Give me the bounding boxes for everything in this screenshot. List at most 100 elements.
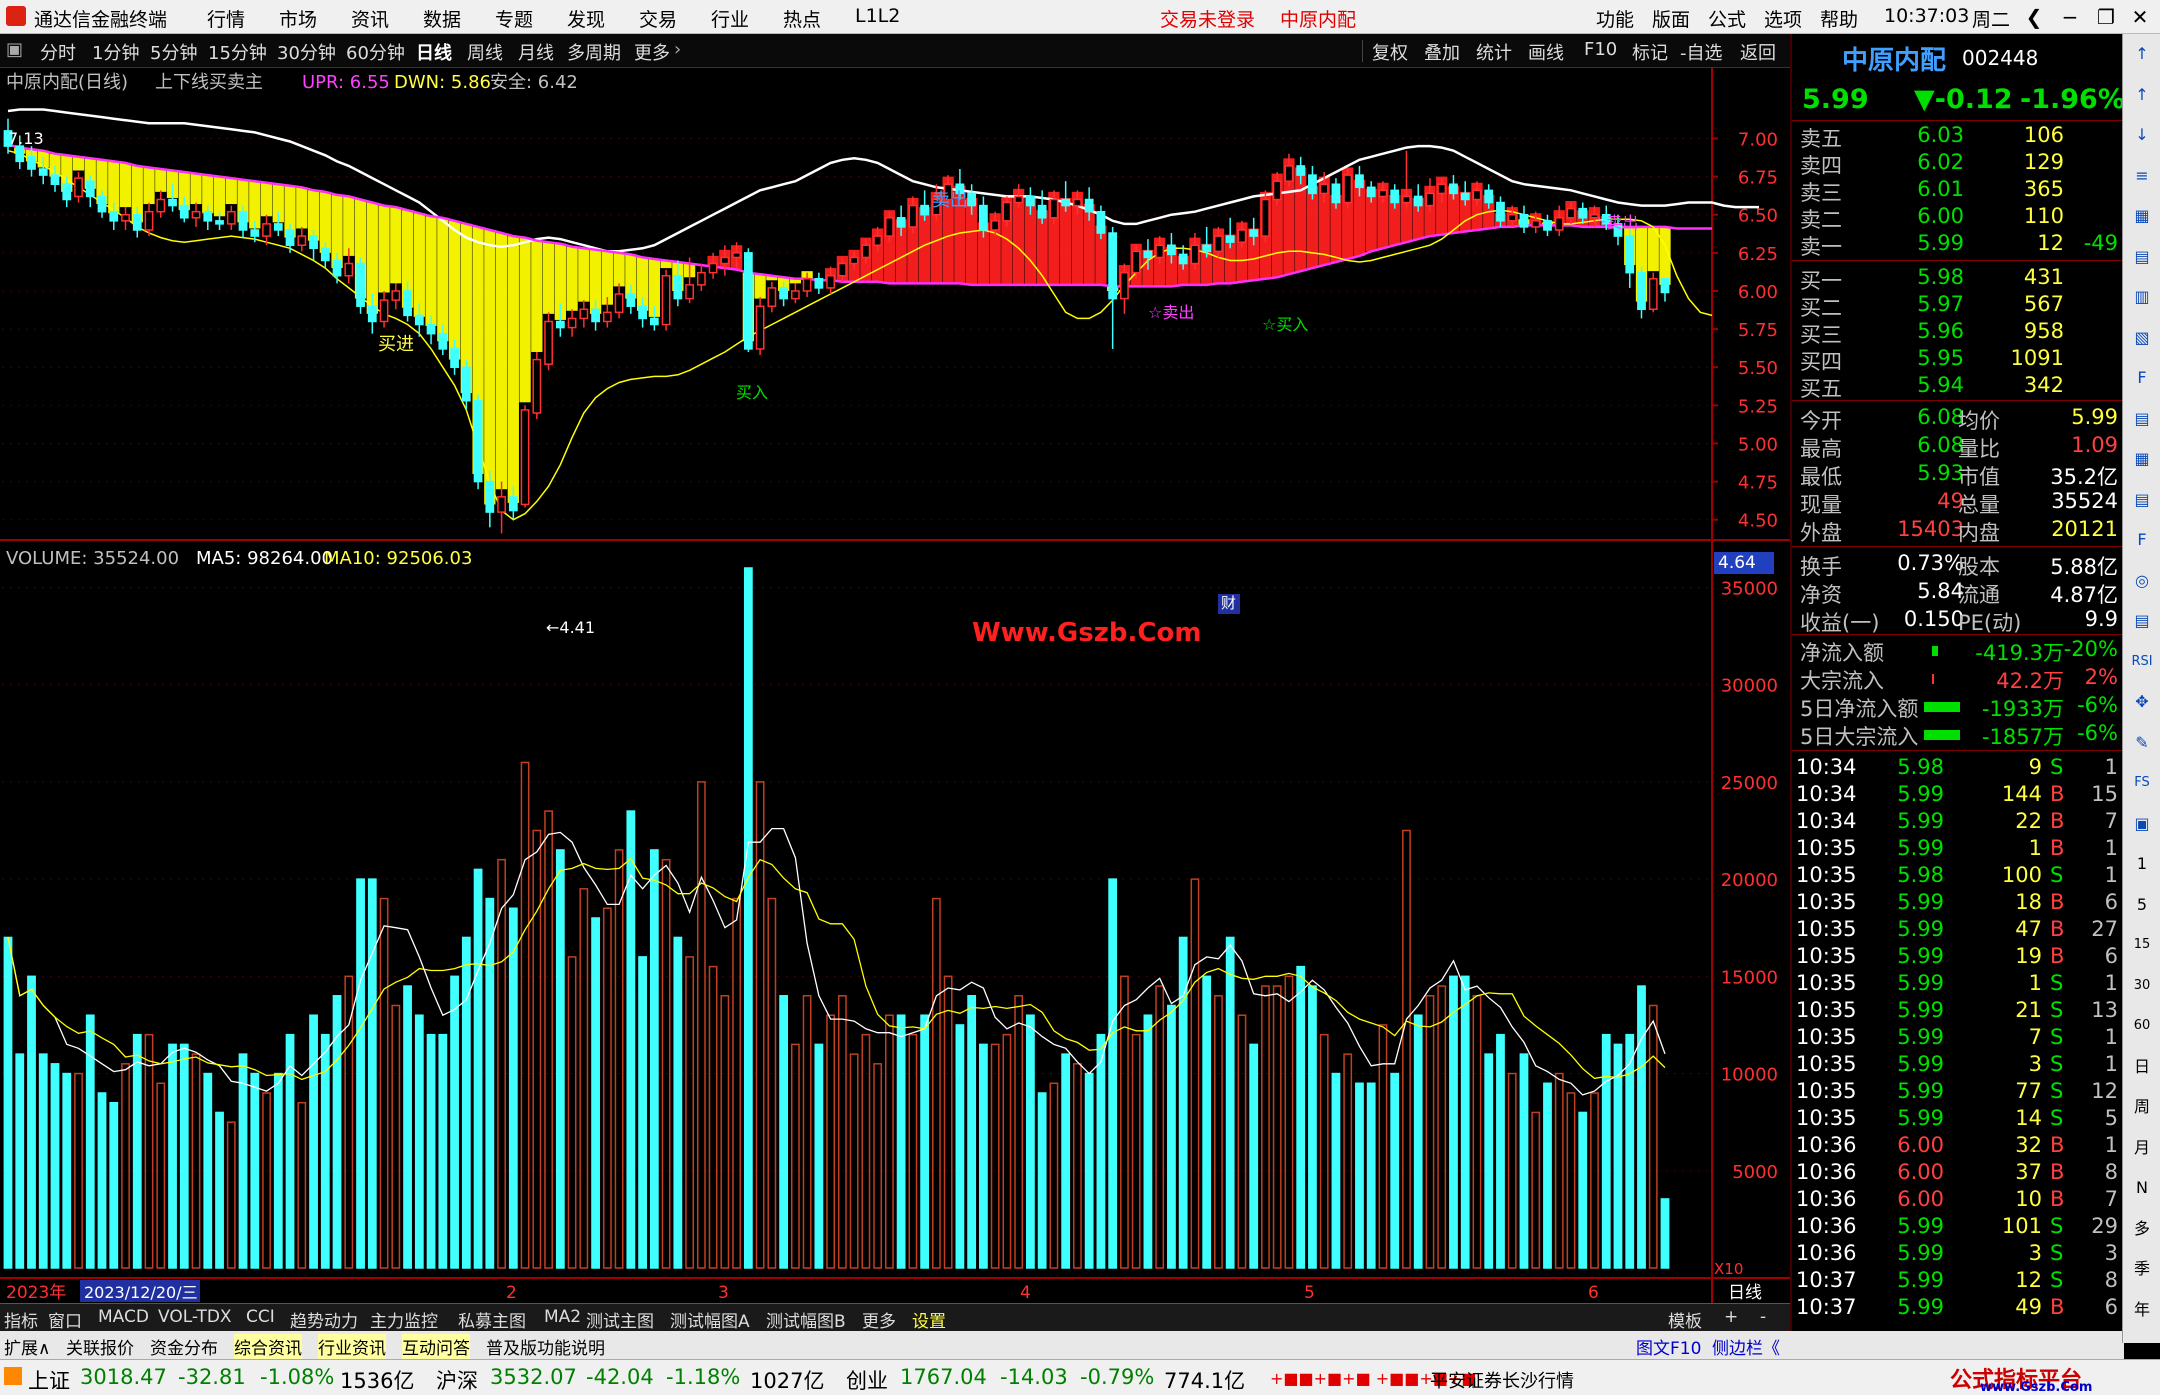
menu-item-discover[interactable]: 发现 [567,5,605,32]
side-tool-icon[interactable]: 60 [2128,1012,2156,1040]
chevron-right-icon[interactable]: › [674,39,681,60]
side-tool-icon[interactable]: RSI [2128,648,2156,676]
menu-item-industry[interactable]: 行业 [711,5,749,32]
side-tool-icon[interactable]: FS [2128,769,2156,797]
login-status[interactable]: 交易未登录 [1160,5,1255,32]
indicator-tab[interactable]: CCI [246,1307,275,1327]
extension-tab[interactable]: 关联报价 [66,1334,134,1359]
side-tool-icon[interactable]: 日 [2128,1053,2156,1081]
indicator-tab[interactable]: MA2 [544,1307,581,1327]
side-tool-icon[interactable]: 周 [2128,1093,2156,1121]
period-tab-5min[interactable]: 5分钟 [150,39,197,65]
template-control[interactable]: + [1724,1307,1738,1327]
period-tab-multi[interactable]: 多周期 [567,39,621,65]
side-tool-icon[interactable]: ▤ [2128,486,2156,514]
extension-tab[interactable]: 行业资讯 [318,1334,386,1359]
menu-item-formula[interactable]: 公式 [1708,5,1746,32]
side-tool-icon[interactable]: ↓ [2128,121,2156,149]
period-tab-60min[interactable]: 60分钟 [346,39,405,65]
indicator-tab[interactable]: 窗口 [48,1307,82,1332]
toolbar-menu-icon[interactable]: ▣ [6,39,23,60]
menu-item-layout[interactable]: 版面 [1652,5,1690,32]
side-tool-icon[interactable]: N [2128,1174,2156,1202]
menu-item-trade[interactable]: 交易 [639,5,677,32]
period-tab-30min[interactable]: 30分钟 [277,39,336,65]
side-tool-icon[interactable]: 1 [2128,850,2156,878]
side-tool-icon[interactable]: ≡ [2128,162,2156,190]
side-tool-icon[interactable]: ▤ [2128,243,2156,271]
side-tool-icon[interactable]: ✥ [2128,688,2156,716]
side-tool-icon[interactable]: ▧ [2128,324,2156,352]
side-tool-icon[interactable]: 年 [2128,1296,2156,1324]
side-tool-icon[interactable]: ▦ [2128,202,2156,230]
side-tool-icon[interactable]: ↑ [2128,81,2156,109]
period-tab-15min[interactable]: 15分钟 [208,39,267,65]
period-tab-more[interactable]: 更多 [634,39,670,65]
side-tool-icon[interactable]: F [2128,526,2156,554]
extension-right-link[interactable]: 图文F10 [1636,1334,1701,1359]
tool-watchlist[interactable]: -自选 [1680,39,1723,65]
period-tab-daily[interactable]: 日线 [416,39,452,65]
index-hs-name[interactable]: 沪深 [436,1365,478,1395]
indicator-tab[interactable]: 测试主图 [586,1307,654,1332]
menu-item-options[interactable]: 选项 [1764,5,1802,32]
indicator-tab[interactable]: 更多 [862,1307,896,1332]
template-control[interactable]: - [1760,1307,1766,1327]
tool-restore-rights[interactable]: 复权 [1372,39,1408,65]
indicator-tab[interactable]: 主力监控 [370,1307,438,1332]
side-tool-icon[interactable]: ▤ [2128,405,2156,433]
side-tool-icon[interactable]: 月 [2128,1134,2156,1162]
period-tab-intraday[interactable]: 分时 [40,39,76,65]
template-control[interactable]: 模板 [1668,1307,1702,1332]
side-tool-icon[interactable]: ▣ [2128,810,2156,838]
period-tab-1min[interactable]: 1分钟 [92,39,139,65]
tool-mark[interactable]: 标记 [1632,39,1668,65]
close-icon[interactable]: ✕ [2124,2,2156,32]
menu-item-hot[interactable]: 热点 [783,5,821,32]
period-tab-monthly[interactable]: 月线 [518,39,554,65]
extension-tab[interactable]: 扩展∧ [4,1334,50,1359]
indicator-tab[interactable]: 设置 [912,1307,946,1332]
extension-tab[interactable]: 综合资讯 [234,1334,302,1359]
menu-item-market[interactable]: 市场 [279,5,317,32]
chart-area[interactable]: 7.00 6.75 6.50 6.25 6.00 5.75 5.50 5.25 5.00 4.75… [0,68,1790,1313]
tool-f10[interactable]: F10 [1584,39,1617,60]
indicator-tab[interactable]: MACD [98,1307,149,1327]
menu-item-function[interactable]: 功能 [1596,5,1634,32]
indicator-tab[interactable]: 测试幅图A [670,1307,750,1332]
kline-chart[interactable]: 7.00 6.75 6.50 6.25 6.00 5.75 5.50 5.25 5.00 4.75… [0,68,1790,1303]
side-tool-icon[interactable]: F [2128,364,2156,392]
indicator-tab[interactable]: 私募主图 [458,1307,526,1332]
index-cy-name[interactable]: 创业 [846,1365,888,1395]
side-tool-icon[interactable]: ▥ [2128,283,2156,311]
period-tab-weekly[interactable]: 周线 [467,39,503,65]
tool-draw[interactable]: 画线 [1528,39,1564,65]
extension-tab[interactable]: 普及版功能说明 [486,1334,605,1359]
back-arrow-icon[interactable]: ❮ [2018,2,2050,32]
indicator-tab[interactable]: 指标 [4,1307,38,1332]
restore-icon[interactable]: ❐ [2090,2,2122,32]
index-sh-name[interactable]: 上证 [28,1365,70,1395]
side-tool-icon[interactable]: 30 [2128,972,2156,1000]
side-tool-icon[interactable]: ✎ [2128,729,2156,757]
side-tool-icon[interactable]: ▤ [2128,607,2156,635]
side-tool-icon[interactable]: 多 [2128,1215,2156,1243]
indicator-tab[interactable]: 测试幅图B [766,1307,846,1332]
indicator-tab[interactable]: 趋势动力 [290,1307,358,1332]
extension-tab[interactable]: 资金分布 [150,1334,218,1359]
extension-right-link[interactable]: 侧边栏《 [1712,1334,1780,1359]
menu-item-news[interactable]: 资讯 [351,5,389,32]
side-tool-icon[interactable]: ▦ [2128,445,2156,473]
menu-item-help[interactable]: 帮助 [1820,5,1858,32]
extension-tab[interactable]: 互动问答 [402,1334,470,1359]
side-tool-icon[interactable]: 季 [2128,1255,2156,1283]
menu-item-topics[interactable]: 专题 [495,5,533,32]
tool-stats[interactable]: 统计 [1476,39,1512,65]
menu-item-data[interactable]: 数据 [423,5,461,32]
tool-back[interactable]: 返回 [1740,39,1776,65]
side-tool-icon[interactable]: 5 [2128,891,2156,919]
minimize-icon[interactable]: − [2054,2,2086,32]
indicator-tab[interactable]: VOL-TDX [158,1307,232,1327]
menu-item-l1l2[interactable]: L1L2 [855,5,900,27]
tool-overlay[interactable]: 叠加 [1424,39,1460,65]
